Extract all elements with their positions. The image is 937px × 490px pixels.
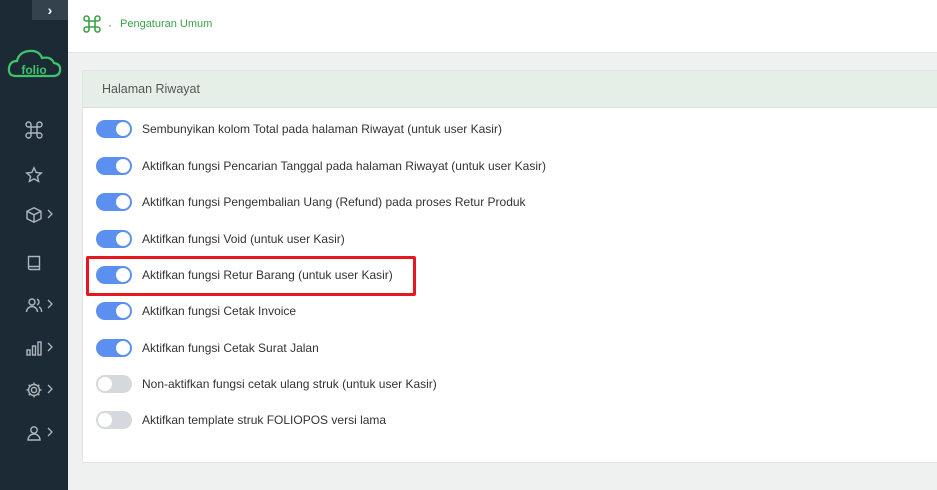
- command-icon: [83, 15, 101, 33]
- chevron-right-icon: [47, 427, 53, 437]
- toggle-row: Non-aktifkan fungsi cetak ulang struk (u…: [96, 373, 796, 395]
- sidebar-item-users[interactable]: [0, 292, 68, 318]
- toggle-label: Aktifkan fungsi Void (untuk user Kasir): [142, 232, 345, 246]
- toggle-label: Sembunyikan kolom Total pada halaman Riw…: [142, 122, 502, 136]
- toggle-row: Aktifkan template struk FOLIOPOS versi l…: [96, 409, 796, 431]
- toggle-row: Aktifkan fungsi Cetak Invoice: [96, 300, 796, 322]
- toggle-switch[interactable]: [96, 339, 132, 357]
- toggle-knob: [116, 122, 130, 136]
- toggle-knob: [116, 341, 130, 355]
- toggle-row: Aktifkan fungsi Void (untuk user Kasir): [96, 228, 796, 250]
- toggle-switch[interactable]: [96, 157, 132, 175]
- top-header: · Pengaturan Umum: [68, 0, 937, 53]
- toggle-switch[interactable]: [96, 230, 132, 248]
- toggle-switch[interactable]: [96, 120, 132, 138]
- card-title: Halaman Riwayat: [83, 71, 937, 108]
- toggle-switch[interactable]: [96, 375, 132, 393]
- toggle-knob: [116, 304, 130, 318]
- toggle-label: Aktifkan fungsi Cetak Surat Jalan: [142, 341, 319, 355]
- users-icon: [25, 298, 43, 313]
- command-icon: [25, 121, 43, 139]
- sidebar-item-reports[interactable]: [0, 250, 68, 276]
- box-icon: [26, 207, 42, 223]
- book-icon: [27, 255, 41, 271]
- sidebar-item-favorites[interactable]: [0, 162, 68, 188]
- toggle-row: Aktifkan fungsi Pengembalian Uang (Refun…: [96, 191, 796, 213]
- logo-text: folio: [21, 63, 46, 77]
- toggle-label: Non-aktifkan fungsi cetak ulang struk (u…: [142, 377, 437, 391]
- bar-chart-icon: [26, 341, 42, 356]
- toggle-switch[interactable]: [96, 193, 132, 211]
- toggle-row: Aktifkan fungsi Pencarian Tanggal pada h…: [96, 155, 796, 177]
- chevron-right-icon: [47, 342, 53, 352]
- gear-icon: [26, 382, 42, 398]
- toggle-switch[interactable]: [96, 302, 132, 320]
- breadcrumb-current[interactable]: Pengaturan Umum: [120, 18, 212, 30]
- breadcrumb-separator: ·: [108, 18, 112, 32]
- folio-logo: folio: [7, 49, 62, 78]
- toggle-switch[interactable]: [96, 411, 132, 429]
- chevron-right-icon: [47, 299, 53, 309]
- sidebar-item-products[interactable]: [0, 202, 68, 228]
- sidebar-item-dashboard[interactable]: [0, 117, 68, 143]
- chevron-right-icon: [47, 209, 53, 219]
- sidebar-item-analytics[interactable]: [0, 335, 68, 361]
- sidebar-collapse-button[interactable]: ›: [32, 0, 68, 20]
- star-icon: [25, 166, 43, 183]
- toggle-label: Aktifkan fungsi Cetak Invoice: [142, 304, 297, 318]
- sidebar-item-account[interactable]: [0, 420, 68, 446]
- toggle-label: Aktifkan template struk FOLIOPOS versi l…: [142, 413, 387, 427]
- toggle-knob: [98, 377, 112, 391]
- toggle-knob: [116, 232, 130, 246]
- toggle-row: Sembunyikan kolom Total pada halaman Riw…: [96, 118, 796, 140]
- toggle-row: Aktifkan fungsi Cetak Surat Jalan: [96, 337, 796, 359]
- toggle-knob: [98, 413, 112, 427]
- sidebar-item-settings[interactable]: [0, 377, 68, 403]
- toggle-knob: [116, 195, 130, 209]
- toggle-knob: [116, 159, 130, 173]
- toggle-label: Aktifkan fungsi Pengembalian Uang (Refun…: [142, 195, 526, 209]
- chevron-right-icon: [47, 384, 53, 394]
- user-icon: [27, 426, 41, 441]
- sidebar: › folio: [0, 0, 68, 490]
- toggle-label: Aktifkan fungsi Pencarian Tanggal pada h…: [142, 159, 547, 173]
- highlight-box: [86, 256, 416, 296]
